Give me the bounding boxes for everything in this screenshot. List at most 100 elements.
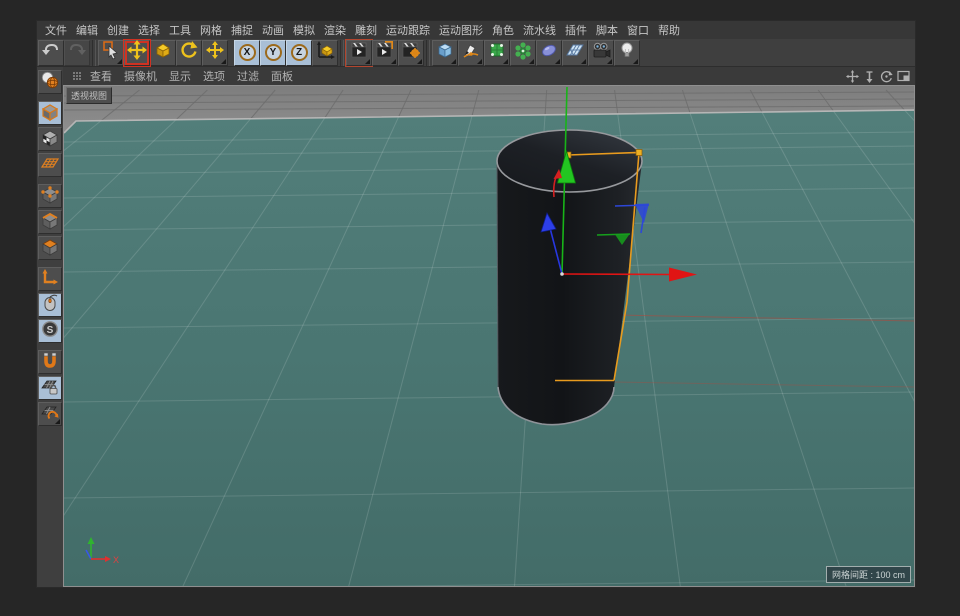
menu-file[interactable]: 文件 <box>41 22 71 38</box>
selection-handle[interactable] <box>636 150 642 156</box>
scale-tool-button[interactable] <box>150 40 176 66</box>
scene-3d-view[interactable]: X <box>64 86 915 587</box>
menu-bar: 文件 编辑 创建 选择 工具 网格 捕捉 动画 模拟 渲染 雕刻 运动跟踪 运动… <box>37 21 915 39</box>
magnet-icon <box>40 350 60 375</box>
menu-help[interactable]: 帮助 <box>654 22 684 38</box>
environment-floor-button[interactable] <box>562 40 588 66</box>
points-cube-icon <box>40 184 60 209</box>
toolbar-separator <box>92 40 96 66</box>
axis-x-label: X <box>113 555 119 565</box>
menu-tools[interactable]: 工具 <box>165 22 195 38</box>
vp-menu-cameras[interactable]: 摄像机 <box>118 68 163 84</box>
deformer-button[interactable] <box>510 40 536 66</box>
vp-menu-view[interactable]: 查看 <box>84 68 118 84</box>
menu-motion-tracker[interactable]: 运动跟踪 <box>382 22 434 38</box>
render-picture-viewer-button[interactable] <box>372 40 398 66</box>
edges-mode-button[interactable] <box>38 210 62 234</box>
cube-icon <box>435 40 455 65</box>
add-primitive-button[interactable] <box>432 40 458 66</box>
panel-grip-icon[interactable] <box>69 69 84 83</box>
dolly-view-icon[interactable] <box>862 69 877 83</box>
menu-snap[interactable]: 捕捉 <box>227 22 257 38</box>
rotate-view-icon[interactable] <box>879 69 894 83</box>
menu-mesh[interactable]: 网格 <box>196 22 226 38</box>
mode-sidebar: S <box>37 67 63 587</box>
menu-edit[interactable]: 编辑 <box>72 22 102 38</box>
toggle-layout-icon[interactable] <box>896 69 911 83</box>
polygons-mode-button[interactable] <box>38 236 62 260</box>
camera-button[interactable] <box>588 40 614 66</box>
pan-view-icon[interactable] <box>845 69 860 83</box>
light-button[interactable] <box>614 40 640 66</box>
menu-mograph[interactable]: 运动图形 <box>435 22 487 38</box>
menu-script[interactable]: 脚本 <box>592 22 622 38</box>
toolbar-separator <box>426 40 430 66</box>
tweak-mode-button[interactable] <box>38 293 62 317</box>
svg-text:S: S <box>47 325 54 336</box>
enable-axis-button[interactable] <box>38 267 62 291</box>
last-tool-button[interactable] <box>202 40 228 66</box>
desktop-background: 文件 编辑 创建 选择 工具 网格 捕捉 动画 模拟 渲染 雕刻 运动跟踪 运动… <box>0 0 960 616</box>
menu-create[interactable]: 创建 <box>103 22 133 38</box>
gizmo-origin[interactable] <box>560 272 564 276</box>
mouse-icon <box>40 293 60 318</box>
move-icon <box>127 40 147 65</box>
live-selection-button[interactable] <box>98 40 124 66</box>
subdivision-surface-button[interactable] <box>484 40 510 66</box>
coordinate-system-button[interactable] <box>312 40 338 66</box>
gizmo-x-axis[interactable] <box>562 274 670 275</box>
menu-select[interactable]: 选择 <box>134 22 164 38</box>
snap-settings-button[interactable] <box>38 402 62 426</box>
model-mode-button[interactable] <box>38 101 62 125</box>
vp-menu-filter[interactable]: 过滤 <box>231 68 265 84</box>
menu-pipeline[interactable]: 流水线 <box>519 22 560 38</box>
grid-refresh-icon <box>40 402 60 427</box>
workplane-mode-button[interactable] <box>38 153 62 177</box>
clapperboard-picture-icon <box>375 40 395 65</box>
viewport-solo-button[interactable]: S <box>38 319 62 343</box>
texture-mode-button[interactable] <box>38 127 62 151</box>
enable-snap-button[interactable] <box>38 350 62 374</box>
menu-plugins[interactable]: 插件 <box>561 22 591 38</box>
viewport-menu-bar: 查看 摄像机 显示 选项 过滤 面板 <box>63 67 915 85</box>
menu-character[interactable]: 角色 <box>488 22 518 38</box>
vp-menu-display[interactable]: 显示 <box>163 68 197 84</box>
make-editable-button[interactable] <box>38 70 62 94</box>
rotate-tool-button[interactable] <box>176 40 202 66</box>
ground-plane[interactable] <box>64 110 915 587</box>
z-axis-ring-icon: Z <box>291 44 308 61</box>
floor-grid-icon <box>565 40 585 65</box>
edges-cube-icon <box>40 210 60 235</box>
redo-button[interactable] <box>64 40 90 66</box>
model-cube-icon <box>40 101 60 126</box>
volume-button[interactable] <box>536 40 562 66</box>
texture-cube-icon <box>40 127 60 152</box>
light-bulb-icon <box>617 40 637 65</box>
pen-icon <box>461 40 481 65</box>
view-name-label[interactable]: 透视视图 <box>66 87 112 104</box>
spline-pen-button[interactable] <box>458 40 484 66</box>
vp-menu-options[interactable]: 选项 <box>197 68 231 84</box>
toolbar-separator <box>340 40 344 66</box>
menu-sculpt[interactable]: 雕刻 <box>351 22 381 38</box>
workplane-snap-button[interactable] <box>38 376 62 400</box>
menu-animate[interactable]: 动画 <box>258 22 288 38</box>
vp-menu-panel[interactable]: 面板 <box>265 68 299 84</box>
redo-icon <box>67 40 87 65</box>
lock-x-axis-button[interactable]: X <box>234 40 260 66</box>
undo-icon <box>41 40 61 65</box>
menu-simulate[interactable]: 模拟 <box>289 22 319 38</box>
menu-render[interactable]: 渲染 <box>320 22 350 38</box>
viewport-canvas[interactable]: X 透视视图 网格间距 : 100 cm <box>63 85 915 587</box>
points-mode-button[interactable] <box>38 184 62 208</box>
render-settings-button[interactable] <box>398 40 424 66</box>
rotate-icon <box>179 40 199 65</box>
polygons-cube-icon <box>40 236 60 261</box>
x-axis-ring-icon: X <box>239 44 256 61</box>
menu-window[interactable]: 窗口 <box>623 22 653 38</box>
undo-button[interactable] <box>38 40 64 66</box>
render-view-button[interactable] <box>346 40 372 66</box>
move-tool-button[interactable] <box>124 40 150 66</box>
lock-z-axis-button[interactable]: Z <box>286 40 312 66</box>
lock-y-axis-button[interactable]: Y <box>260 40 286 66</box>
